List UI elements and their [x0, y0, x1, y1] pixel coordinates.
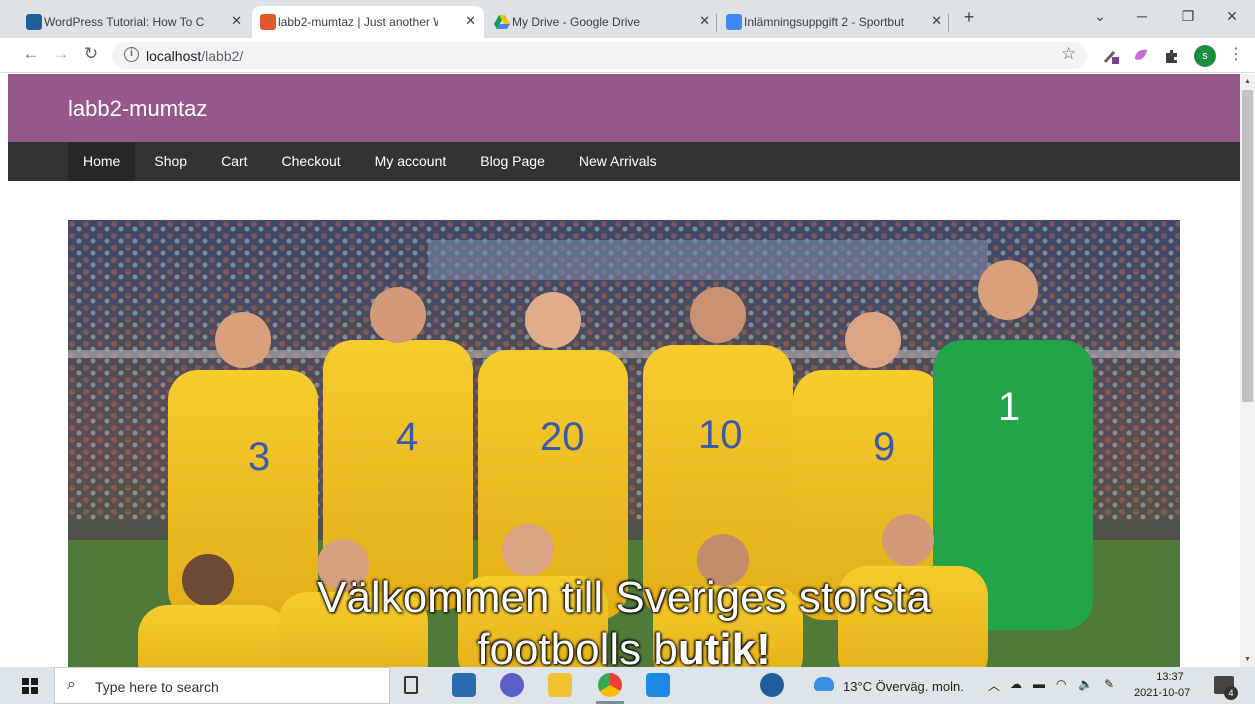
nav-item-home[interactable]: Home: [68, 142, 136, 181]
onedrive-cloud-icon[interactable]: ☁: [1010, 677, 1022, 691]
color-extension-icon[interactable]: [1132, 47, 1150, 65]
weather-widget[interactable]: 13°C Överväg. moln.: [843, 679, 964, 694]
tab-title: Inlämningsuppgift 2 - Sportbutik: [744, 15, 904, 29]
hero-heading-line-2-normal: footbolls b: [477, 625, 678, 667]
close-tab-icon[interactable]: ✕: [465, 13, 476, 29]
player-number-10: 10: [698, 413, 743, 457]
puzzle-extensions-icon[interactable]: [1163, 47, 1181, 65]
dropper-extension-icon[interactable]: [1102, 47, 1120, 65]
primary-navigation: Home Shop Cart Checkout My account Blog …: [8, 142, 1240, 181]
close-tab-icon[interactable]: ✕: [931, 13, 942, 29]
battery-icon[interactable]: ▬: [1033, 677, 1045, 691]
tab-title: labb2-mumtaz | Just another Wo: [278, 15, 438, 29]
tab-google-drive[interactable]: My Drive - Google Drive ✕: [486, 6, 718, 38]
nav-item-blog-page[interactable]: Blog Page: [465, 142, 560, 181]
wordpress-tutorial-favicon-icon: [26, 14, 42, 30]
address-bar[interactable]: i localhost/labb2/: [112, 42, 1087, 69]
scroll-up-arrow-icon[interactable]: ▲: [1244, 78, 1251, 85]
task-view-icon[interactable]: [404, 676, 418, 694]
scroll-down-arrow-icon[interactable]: ▼: [1244, 656, 1251, 663]
reload-icon[interactable]: ↻: [80, 44, 102, 64]
player-number-4: 4: [396, 415, 418, 459]
nav-item-checkout[interactable]: Checkout: [267, 142, 356, 181]
tab-title: My Drive - Google Drive: [512, 15, 641, 29]
volume-icon[interactable]: 🔈: [1078, 677, 1093, 691]
google-drive-icon: [494, 15, 510, 29]
site-title[interactable]: labb2-mumtaz: [68, 96, 207, 122]
taskbar-search-placeholder: Type here to search: [95, 679, 219, 695]
hero-heading: Välkommen till Sveriges storsta footboll…: [68, 572, 1180, 667]
tab-separator: [948, 14, 949, 32]
nav-item-cart[interactable]: Cart: [206, 142, 262, 181]
restore-button[interactable]: ❐: [1176, 8, 1200, 25]
page-viewport: labb2-mumtaz Home Shop Cart Checkout My …: [8, 74, 1240, 667]
taskbar-search-box[interactable]: ⌕ Type here to search: [54, 667, 390, 704]
tab-search-chevron-icon[interactable]: ⌄: [1088, 8, 1112, 25]
hero-banner: 3 4 20 10 9 1 Välkommen till Sveriges st…: [68, 220, 1180, 667]
hero-heading-line-2: footbolls butik!: [68, 624, 1180, 667]
network-wifi-icon[interactable]: ◠: [1056, 677, 1066, 691]
nav-item-new-arrivals[interactable]: New Arrivals: [564, 142, 672, 181]
tab-wordpress-tutorial[interactable]: WordPress Tutorial: How To Crea ✕: [18, 6, 250, 38]
back-arrow-icon[interactable]: ←: [20, 44, 42, 64]
pen-icon[interactable]: ✎: [1104, 677, 1114, 691]
profile-avatar[interactable]: s: [1194, 45, 1216, 67]
windows-taskbar: ⌕ Type here to search 13°C Överväg. moln…: [0, 667, 1255, 704]
help-icon[interactable]: [760, 673, 784, 697]
player-number-1: 1: [998, 385, 1020, 429]
show-hidden-icons-chevron-icon[interactable]: ︿: [988, 677, 1000, 694]
hero-heading-line-2-bold: utik!: [677, 625, 771, 667]
chrome-menu-icon[interactable]: ⋮: [1228, 44, 1244, 64]
nav-item-my-account[interactable]: My account: [360, 142, 462, 181]
close-tab-icon[interactable]: ✕: [699, 13, 710, 29]
hero-heading-line-1: Välkommen till Sveriges storsta: [317, 573, 931, 622]
clock-time[interactable]: 13:37: [1150, 671, 1190, 683]
minimize-button[interactable]: ─: [1130, 8, 1154, 24]
windows-start-icon[interactable]: [22, 678, 38, 694]
chrome-icon[interactable]: [598, 673, 622, 697]
google-docs-icon: [726, 14, 742, 30]
player-number-20: 20: [540, 415, 585, 459]
tab-labb2-mumtaz[interactable]: labb2-mumtaz | Just another Wo ✕: [252, 6, 484, 38]
bookmark-star-icon[interactable]: ☆: [1061, 44, 1076, 64]
weather-cloud-icon[interactable]: [814, 677, 834, 691]
vscode-icon[interactable]: [646, 673, 670, 697]
site-info-icon[interactable]: i: [124, 47, 139, 62]
page-scrollbar[interactable]: ▲ ▼: [1240, 74, 1255, 667]
search-icon: ⌕: [67, 676, 76, 693]
player-number-3: 3: [248, 435, 270, 479]
player-number-9: 9: [873, 425, 895, 469]
notification-count-badge: 4: [1224, 686, 1238, 700]
url-path: /labb2/: [201, 48, 244, 64]
tab-inlamningsuppgift[interactable]: Inlämningsuppgift 2 - Sportbutik ✕: [718, 6, 950, 38]
close-tab-icon[interactable]: ✕: [231, 13, 242, 29]
new-tab-button[interactable]: +: [957, 7, 981, 28]
site-header: labb2-mumtaz: [8, 74, 1240, 142]
file-explorer-icon[interactable]: [548, 673, 572, 697]
scrollbar-thumb[interactable]: [1242, 90, 1253, 402]
forward-arrow-icon[interactable]: →: [50, 44, 72, 64]
clock-date[interactable]: 2021-10-07: [1134, 687, 1190, 699]
teams-icon[interactable]: [500, 673, 524, 697]
nav-item-shop[interactable]: Shop: [139, 142, 202, 181]
microsoft-store-icon[interactable]: [452, 673, 476, 697]
tab-strip: WordPress Tutorial: How To Crea ✕ labb2-…: [0, 0, 1255, 38]
url-host: localhost: [146, 48, 202, 64]
wordpress-site-favicon-icon: [260, 14, 276, 30]
url-text[interactable]: localhost/labb2/: [146, 48, 243, 64]
tab-separator: [716, 14, 717, 32]
tab-title: WordPress Tutorial: How To Crea: [44, 15, 204, 29]
close-window-button[interactable]: ✕: [1220, 8, 1244, 25]
